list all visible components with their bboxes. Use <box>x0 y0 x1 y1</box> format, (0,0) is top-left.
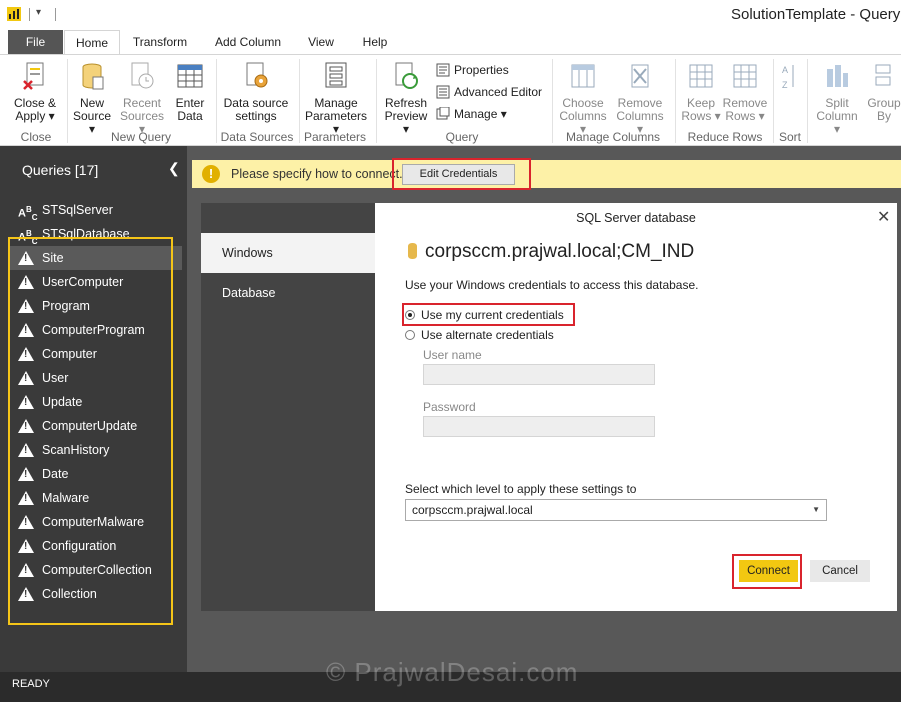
abc-text-icon: ABC <box>18 205 38 222</box>
highlight-box-queries <box>8 237 173 625</box>
split-column-icon <box>827 65 848 87</box>
powerbi-logo-icon <box>7 7 21 21</box>
refresh-preview-button[interactable]: Refresh Preview ▾ <box>382 61 430 136</box>
properties-icon <box>436 63 450 77</box>
manage-parameters-button[interactable]: Manage Parameters ▾ <box>302 61 370 136</box>
level-label: Select which level to apply these settin… <box>405 482 637 496</box>
credentials-description: Use your Windows credentials to access t… <box>405 278 699 292</box>
recent-sources-button[interactable]: Recent Sources ▾ <box>118 61 166 136</box>
auth-type-sidebar: Windows Database <box>201 203 375 611</box>
title-bar: ▾ SolutionTemplate - Query <box>0 0 901 30</box>
parameters-icon <box>325 62 347 88</box>
tab-view[interactable]: View <box>300 30 342 54</box>
enter-data-button[interactable]: Enter Data <box>170 61 210 123</box>
radio-unselected-icon <box>405 330 415 340</box>
username-label: User name <box>423 348 482 362</box>
status-text: READY <box>12 678 50 690</box>
remove-columns-icon <box>631 64 649 88</box>
group-label-parameters: Parameters <box>303 130 367 144</box>
group-by-icon <box>875 64 891 86</box>
tab-file[interactable]: File <box>8 30 63 54</box>
auth-tab-database[interactable]: Database <box>201 273 375 313</box>
password-label: Password <box>423 400 476 414</box>
new-source-button[interactable]: New Source ▾ <box>70 61 114 136</box>
tab-transform[interactable]: Transform <box>126 30 194 54</box>
refresh-icon <box>395 62 418 89</box>
highlight-box-connect <box>732 554 802 589</box>
close-apply-button[interactable]: Close & Apply ▾ <box>12 61 58 123</box>
database-icon <box>82 63 104 90</box>
split-column-button[interactable]: Split Column ▾ <box>812 61 862 136</box>
remove-columns-button[interactable]: Remove Columns ▾ <box>612 61 668 136</box>
manage-icon <box>436 107 450 120</box>
level-select[interactable]: corpsccm.prajwal.local ▼ <box>405 499 827 521</box>
watermark: © PrajwalDesai.com <box>326 657 579 687</box>
advanced-editor-button[interactable]: Advanced Editor <box>436 85 542 99</box>
data-source-settings-icon <box>246 62 268 88</box>
warning-icon: ! <box>202 165 220 183</box>
server-name: corpsccm.prajwal.local;CM_IND <box>425 241 695 262</box>
sort-icon: AZ <box>782 65 794 90</box>
cancel-button[interactable]: Cancel <box>810 560 870 582</box>
recent-sources-icon <box>131 62 154 89</box>
collapse-chevron-icon[interactable]: ❮ <box>168 160 180 177</box>
query-item[interactable]: ABC STSqlServer <box>10 198 182 222</box>
manage-button[interactable]: Manage ▾ <box>436 107 507 121</box>
window-title: SolutionTemplate - Query <box>731 6 901 23</box>
database-icon <box>408 243 417 259</box>
choose-columns-icon <box>571 64 595 88</box>
group-label-manage-columns: Manage Columns <box>565 130 661 144</box>
group-label-sort: Sort <box>778 130 801 144</box>
group-label-query: Query <box>445 130 479 144</box>
group-by-button[interactable]: Group By <box>866 61 901 123</box>
close-apply-icon <box>23 62 44 90</box>
group-label-reduce-rows: Reduce Rows <box>687 130 763 144</box>
auth-tab-windows[interactable]: Windows <box>201 233 375 273</box>
group-label-new-query: New Query <box>110 130 172 144</box>
tab-help[interactable]: Help <box>355 30 395 54</box>
ribbon-tabs: File Home Transform Add Column View Help <box>0 30 901 54</box>
warning-message: Please specify how to connect. <box>231 167 403 181</box>
keep-rows-icon <box>689 64 713 88</box>
tab-add-column[interactable]: Add Column <box>208 30 288 54</box>
warning-bar: ! Please specify how to connect. <box>192 160 901 188</box>
choose-columns-button[interactable]: Choose Columns ▾ <box>556 61 610 136</box>
tab-home[interactable]: Home <box>64 30 120 54</box>
table-icon <box>177 64 203 88</box>
data-source-settings-button[interactable]: Data source settings <box>222 61 290 123</box>
advanced-editor-icon <box>436 85 450 99</box>
keep-rows-button[interactable]: Keep Rows ▾ <box>680 61 722 123</box>
svg-text:A: A <box>782 65 788 75</box>
svg-text:Z: Z <box>782 80 788 90</box>
remove-rows-icon <box>733 64 757 88</box>
group-label-close: Close <box>20 130 52 144</box>
properties-button[interactable]: Properties <box>436 63 509 77</box>
sort-ascending-button[interactable]: AZ <box>778 61 800 97</box>
dialog-title: SQL Server database <box>576 211 696 225</box>
radio-alternate-credentials[interactable]: Use alternate credentials <box>405 328 554 342</box>
highlight-box-current-credentials <box>402 303 575 326</box>
query-item-label: STSqlServer <box>42 203 113 217</box>
highlight-box-edit-credentials <box>392 158 531 190</box>
chevron-down-icon: ▼ <box>812 505 820 514</box>
group-label-data-sources: Data Sources <box>220 130 294 144</box>
username-field[interactable] <box>423 364 655 385</box>
sql-server-dialog: Windows Database SQL Server database ✕ c… <box>201 203 897 611</box>
queries-header: Queries [17] <box>22 162 99 178</box>
remove-rows-button[interactable]: Remove Rows ▾ <box>722 61 768 123</box>
close-icon[interactable]: ✕ <box>877 207 890 227</box>
password-field[interactable] <box>423 416 655 437</box>
quick-access-dropdown-icon[interactable]: ▾ <box>36 7 41 18</box>
ribbon: Close & Apply ▾ Close New Source ▾ Recen… <box>0 54 901 146</box>
